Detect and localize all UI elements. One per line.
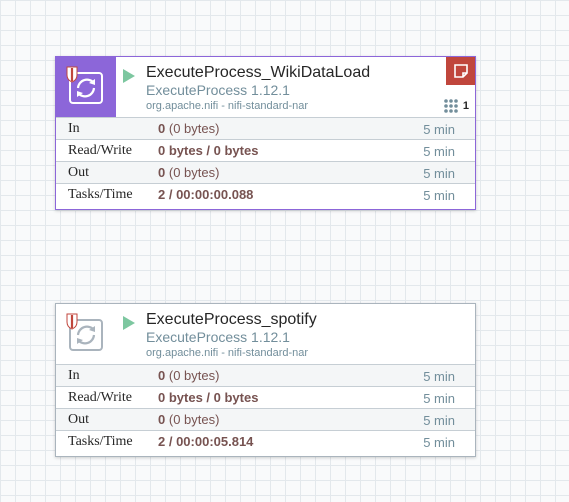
stat-label: Read/Write — [68, 390, 132, 405]
stat-value: 0 (0 bytes) — [158, 412, 220, 427]
processor-execute-process-wikidataload[interactable]: ExecuteProcess_WikiDataLoad ExecuteProce… — [55, 56, 476, 210]
stats-row-out: Out 0 (0 bytes) 5 min — [56, 162, 475, 184]
stat-value: 0 bytes / 0 bytes — [158, 390, 259, 405]
processor-header: ExecuteProcess_WikiDataLoad ExecuteProce… — [56, 57, 475, 118]
processor-icon — [56, 304, 116, 364]
processor-icon — [56, 57, 116, 117]
stat-time: 5 min — [423, 435, 455, 450]
stat-time: 5 min — [423, 188, 455, 203]
processor-name: ExecuteProcess_spotify — [146, 311, 317, 328]
stat-label: Tasks/Time — [68, 434, 133, 449]
stat-time: 5 min — [423, 166, 455, 181]
running-state-icon — [123, 316, 135, 330]
stat-value: 0 (0 bytes) — [158, 165, 220, 180]
processor-stats: In 0 (0 bytes) 5 min Read/Write 0 bytes … — [56, 365, 475, 453]
stat-value: 2 / 00:00:00.088 — [158, 187, 254, 202]
stat-label: In — [68, 121, 80, 136]
stats-row-tasks-time: Tasks/Time 2 / 00:00:05.814 5 min — [56, 431, 475, 453]
stat-time: 5 min — [423, 391, 455, 406]
processor-type-version: ExecuteProcess 1.12.1 — [146, 329, 290, 345]
stat-time: 5 min — [423, 144, 455, 159]
stats-row-in: In 0 (0 bytes) 5 min — [56, 118, 475, 140]
stat-value: 0 bytes / 0 bytes — [158, 143, 259, 158]
stat-value: 0 (0 bytes) — [158, 121, 220, 136]
stats-row-in: In 0 (0 bytes) 5 min — [56, 365, 475, 387]
stat-label: Out — [68, 165, 89, 180]
running-state-icon — [123, 69, 135, 83]
stat-time: 5 min — [423, 369, 455, 384]
stat-label: Out — [68, 412, 89, 427]
concurrent-tasks-icon — [443, 98, 459, 114]
processor-bundle: org.apache.nifi - nifi-standard-nar — [146, 100, 309, 112]
stats-row-read-write: Read/Write 0 bytes / 0 bytes 5 min — [56, 387, 475, 409]
stats-row-read-write: Read/Write 0 bytes / 0 bytes 5 min — [56, 140, 475, 162]
stat-label: Read/Write — [68, 143, 132, 158]
stat-time: 5 min — [423, 122, 455, 137]
stats-row-tasks-time: Tasks/Time 2 / 00:00:00.088 5 min — [56, 184, 475, 206]
stat-label: Tasks/Time — [68, 187, 133, 202]
stat-time: 5 min — [423, 413, 455, 428]
concurrent-tasks-count: 1 — [462, 100, 469, 112]
stat-value: 0 (0 bytes) — [158, 368, 220, 383]
comments-icon[interactable] — [446, 57, 475, 85]
stats-row-out: Out 0 (0 bytes) 5 min — [56, 409, 475, 431]
processor-stats: In 0 (0 bytes) 5 min Read/Write 0 bytes … — [56, 118, 475, 206]
processor-execute-process-spotify[interactable]: ExecuteProcess_spotify ExecuteProcess 1.… — [55, 303, 476, 457]
stat-value: 2 / 00:00:05.814 — [158, 434, 254, 449]
processor-name: ExecuteProcess_WikiDataLoad — [146, 64, 371, 81]
processor-type-version: ExecuteProcess 1.12.1 — [146, 82, 290, 98]
processor-bundle: org.apache.nifi - nifi-standard-nar — [146, 347, 309, 359]
processor-header: ExecuteProcess_spotify ExecuteProcess 1.… — [56, 304, 475, 365]
stat-label: In — [68, 368, 80, 383]
